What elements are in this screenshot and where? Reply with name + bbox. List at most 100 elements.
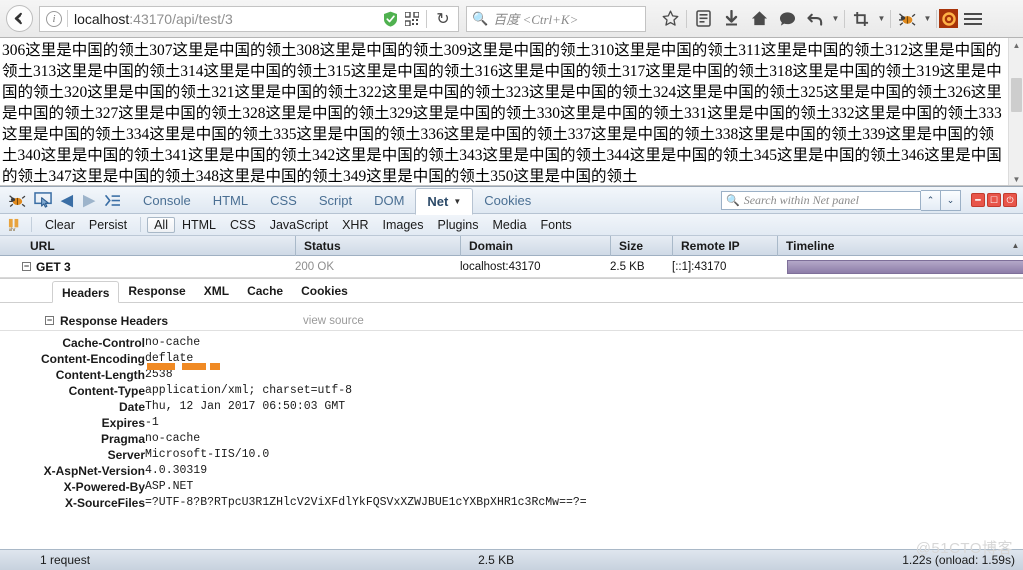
column-timeline[interactable]: Timeline — [777, 235, 1008, 256]
collapse-icon[interactable]: − — [45, 316, 54, 325]
menu-icon[interactable] — [964, 12, 982, 25]
net-options-toolbar: xhr Clear Persist All HTML CSS JavaScrip… — [0, 214, 1023, 236]
table-row[interactable]: − GET 3 200 OK localhost:43170 2.5 KB [:… — [0, 256, 1023, 278]
request-headers-section-header[interactable]: + Request Headers — [0, 525, 1023, 526]
restore-button[interactable]: ☐ — [987, 193, 1001, 207]
qr-icon[interactable] — [404, 10, 420, 27]
search-prev-button[interactable]: ⌃ — [921, 189, 941, 211]
clear-button[interactable]: Clear — [38, 217, 82, 233]
page-identity-icon[interactable]: i — [46, 10, 62, 27]
net-scroll-up-icon[interactable]: ▲ — [1008, 241, 1023, 250]
status-request-count: 1 request — [40, 553, 91, 567]
next-button[interactable]: ▶ — [78, 191, 100, 209]
column-size[interactable]: Size — [610, 235, 672, 256]
filter-html[interactable]: HTML — [175, 217, 223, 233]
tab-html[interactable]: HTML — [202, 187, 259, 214]
filter-all[interactable]: All — [147, 216, 175, 233]
detail-tab-xml[interactable]: XML — [195, 280, 238, 302]
detail-tab-cache[interactable]: Cache — [238, 280, 292, 302]
column-url[interactable]: URL — [0, 236, 295, 256]
bug-dropdown-icon[interactable]: ▼ — [921, 14, 934, 23]
filter-plugins[interactable]: Plugins — [430, 217, 485, 233]
page-scrollbar[interactable]: ▲ ▼ — [1008, 38, 1023, 185]
header-value: Thu, 12 Jan 2017 06:50:03 GMT — [145, 400, 346, 413]
request-detail-panel: Headers Response XML Cache Cookies − Res… — [0, 278, 1023, 526]
column-status[interactable]: Status — [295, 235, 460, 256]
bug-icon[interactable] — [893, 5, 921, 33]
search-next-button[interactable]: ⌄ — [941, 189, 961, 211]
settings-icon[interactable] — [939, 9, 958, 28]
close-button[interactable]: ⏻ — [1003, 193, 1017, 207]
filter-images[interactable]: Images — [375, 217, 430, 233]
header-row: Cache-Control no-cache — [0, 335, 587, 351]
header-name: Content-Type — [68, 384, 145, 398]
back-button[interactable] — [6, 5, 33, 32]
star-icon[interactable] — [656, 5, 684, 33]
column-domain[interactable]: Domain — [460, 235, 610, 256]
filter-css[interactable]: CSS — [223, 217, 263, 233]
header-name: Server — [107, 448, 145, 462]
detail-tab-headers[interactable]: Headers — [52, 281, 120, 303]
row-url-label: GET 3 — [36, 259, 71, 274]
header-row: X-SourceFiles =?UTF-8?B?RTpcU3R1ZHlcV2Vi… — [0, 495, 587, 511]
options-divider-1 — [31, 217, 32, 232]
crop-dropdown-icon[interactable]: ▼ — [875, 14, 888, 23]
response-headers-table: Cache-Control no-cache Content-Encoding … — [0, 335, 587, 511]
library-icon[interactable] — [689, 5, 717, 33]
undo-dropdown-icon[interactable]: ▼ — [829, 14, 842, 23]
header-value: no-cache — [145, 336, 201, 349]
row-timeline: 1.22s — [777, 256, 1023, 278]
home-icon[interactable] — [745, 5, 773, 33]
chat-icon[interactable] — [773, 5, 801, 33]
status-total-size: 2.5 KB — [478, 553, 515, 567]
tab-net[interactable]: Net ▼ — [415, 187, 474, 215]
header-name: Content-Length — [55, 368, 145, 382]
tab-script[interactable]: Script — [308, 187, 363, 214]
reload-icon[interactable]: ↻ — [434, 9, 452, 29]
tab-cookies[interactable]: Cookies — [473, 187, 542, 214]
tab-dom[interactable]: DOM — [363, 187, 415, 214]
filter-xhr[interactable]: XHR — [335, 217, 375, 233]
chevron-down-icon[interactable]: ▼ — [453, 188, 461, 215]
url-bar[interactable]: i localhost:43170/api/test/3 ↻ — [39, 5, 459, 32]
shield-icon[interactable] — [383, 11, 398, 27]
header-row: Pragma no-cache — [0, 431, 587, 447]
scroll-up-icon[interactable]: ▲ — [1009, 38, 1023, 52]
undo-icon[interactable] — [801, 5, 829, 33]
header-name: X-Powered-By — [63, 480, 145, 494]
toolbar-buttons: ▼ ▼ ▼ — [656, 5, 1017, 33]
scrollbar-thumb[interactable] — [1011, 78, 1022, 112]
tab-console[interactable]: Console — [132, 187, 202, 214]
response-headers-section-header[interactable]: − Response Headers view source — [0, 311, 1023, 331]
detail-tab-cookies[interactable]: Cookies — [292, 280, 357, 302]
firebug-menu-icon[interactable] — [100, 194, 126, 207]
search-bar[interactable]: 🔍 百度 <Ctrl+K> — [466, 5, 646, 32]
url-divider — [67, 10, 68, 27]
persist-button[interactable]: Persist — [82, 217, 134, 233]
url-text[interactable]: localhost:43170/api/test/3 — [74, 11, 383, 27]
detail-tab-response[interactable]: Response — [119, 280, 194, 302]
xhr-icon[interactable]: xhr — [5, 218, 25, 232]
filter-media[interactable]: Media — [485, 217, 533, 233]
header-row: Expires -1 — [0, 415, 587, 431]
column-remote-ip[interactable]: Remote IP — [672, 235, 777, 256]
toolbar-divider-3 — [890, 9, 891, 28]
tab-css[interactable]: CSS — [259, 187, 308, 214]
firebug-toolbar: ◀ ▶ Console HTML CSS Script DOM Net ▼ Co… — [0, 187, 1023, 215]
inspect-icon[interactable] — [30, 187, 56, 213]
downloads-icon[interactable] — [717, 5, 745, 33]
annotation-highlight-2 — [182, 363, 206, 370]
prev-button[interactable]: ◀ — [56, 191, 78, 209]
minimize-button[interactable]: ━ — [971, 193, 985, 207]
firebug-search-input[interactable]: 🔍 Search within Net panel — [721, 190, 921, 210]
row-url[interactable]: − GET 3 — [0, 256, 295, 278]
detail-tabs: Headers Response XML Cache Cookies — [0, 279, 1023, 303]
firebug-icon[interactable] — [4, 187, 30, 213]
collapse-icon[interactable]: − — [22, 262, 31, 271]
header-value: =?UTF-8?B?RTpcU3R1ZHlcV2ViXFdlYkFQSVxXZW… — [145, 496, 587, 509]
filter-javascript[interactable]: JavaScript — [263, 217, 335, 233]
view-source-link[interactable]: view source — [303, 315, 364, 327]
scroll-down-icon[interactable]: ▼ — [1009, 172, 1023, 185]
crop-icon[interactable] — [847, 5, 875, 33]
filter-fonts[interactable]: Fonts — [534, 217, 579, 233]
